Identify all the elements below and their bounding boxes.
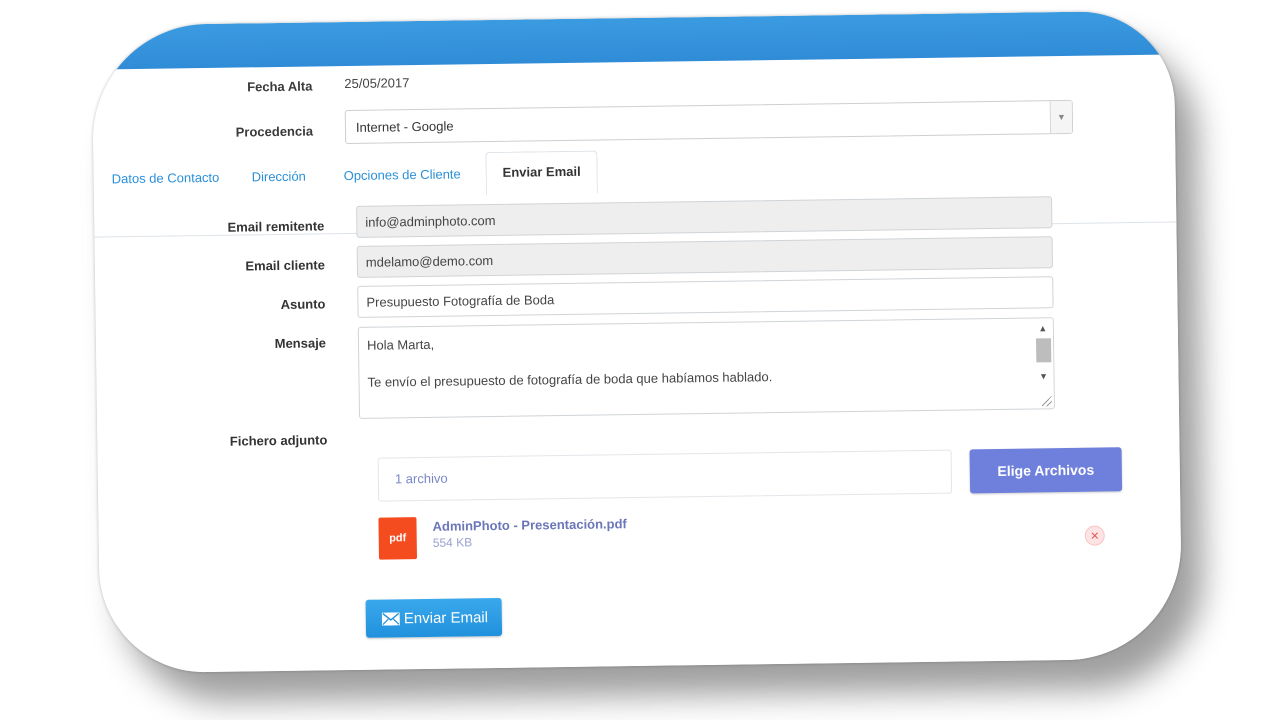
fichero-adjunto-label: Fichero adjunto xyxy=(229,432,328,449)
email-cliente-input[interactable]: mdelamo@demo.com xyxy=(356,236,1054,278)
attached-file-name[interactable]: AdminPhoto - Presentación.pdf xyxy=(432,516,626,534)
elige-archivos-button[interactable]: Elige Archivos xyxy=(969,447,1123,494)
mensaje-textarea[interactable]: Hola Marta, Te envío el presupuesto de f… xyxy=(357,317,1055,419)
mensaje-line-1: Hola Marta, xyxy=(366,336,435,353)
fecha-alta-value: 25/05/2017 xyxy=(344,75,410,92)
scroll-down-icon[interactable]: ▼ xyxy=(1033,368,1053,384)
tab-datos-contacto[interactable]: Datos de Contacto xyxy=(112,170,220,187)
mensaje-scrollbar[interactable]: ▲ ▼ xyxy=(1032,318,1054,409)
tab-enviar-email[interactable]: Enviar Email xyxy=(485,150,598,196)
procedencia-select[interactable]: Internet - Google ▼ xyxy=(344,99,1074,145)
mensaje-label: Mensaje xyxy=(274,335,327,352)
envelope-icon xyxy=(381,611,400,626)
tab-opciones-cliente[interactable]: Opciones de Cliente xyxy=(344,166,461,183)
asunto-input[interactable]: Presupuesto Fotografía de Boda xyxy=(357,276,1054,318)
scroll-up-icon[interactable]: ▲ xyxy=(1033,320,1053,336)
file-count-field[interactable]: 1 archivo xyxy=(377,449,953,502)
remove-file-icon[interactable]: ✕ xyxy=(1084,525,1105,546)
client-form-card: Fecha Alta 25/05/2017 Procedencia Intern… xyxy=(91,10,1183,674)
chevron-down-icon[interactable]: ▼ xyxy=(1049,100,1073,134)
scrollbar-thumb[interactable] xyxy=(1035,338,1052,363)
procedencia-value: Internet - Google xyxy=(355,118,454,135)
email-remitente-label: Email remitente xyxy=(227,218,325,235)
email-cliente-label: Email cliente xyxy=(245,257,325,274)
attached-file-size: 554 KB xyxy=(432,535,473,550)
procedencia-label: Procedencia xyxy=(235,123,314,140)
email-remitente-input[interactable]: info@adminphoto.com xyxy=(356,196,1053,238)
enviar-email-button[interactable]: Enviar Email xyxy=(365,597,503,638)
pdf-file-icon: pdf xyxy=(378,517,418,560)
resize-grip-icon[interactable] xyxy=(1041,396,1052,407)
asunto-label: Asunto xyxy=(280,296,326,312)
fecha-alta-label: Fecha Alta xyxy=(247,78,313,95)
screenshot-stage: Fecha Alta 25/05/2017 Procedencia Intern… xyxy=(0,0,1280,720)
enviar-email-label: Enviar Email xyxy=(403,608,489,627)
tab-direccion[interactable]: Dirección xyxy=(252,169,306,185)
card-body: Fecha Alta 25/05/2017 Procedencia Intern… xyxy=(92,54,1183,674)
mensaje-line-2: Te envío el presupuesto de fotografía de… xyxy=(367,369,773,390)
